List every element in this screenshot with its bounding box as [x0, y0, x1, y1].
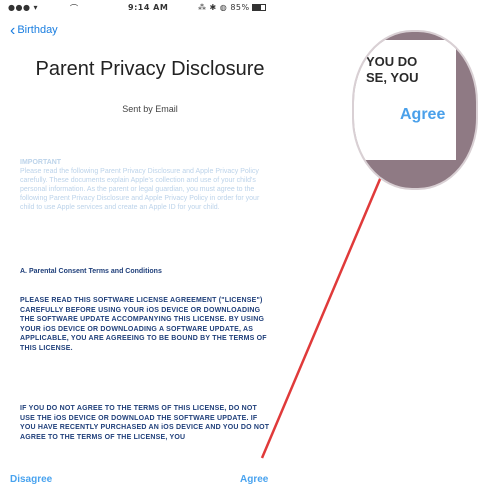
zoom-agree-button[interactable]: Agree: [400, 106, 445, 124]
zoom-text: YOU DO SE, YOU: [366, 54, 419, 86]
arrow-line: [260, 145, 396, 459]
zoom-line-2: SE, YOU: [366, 70, 419, 85]
zoom-callout: YOU DO SE, YOU Agree: [352, 30, 478, 190]
zoom-line-1: YOU DO: [366, 54, 418, 69]
zoom-content: YOU DO SE, YOU Agree: [354, 40, 456, 160]
